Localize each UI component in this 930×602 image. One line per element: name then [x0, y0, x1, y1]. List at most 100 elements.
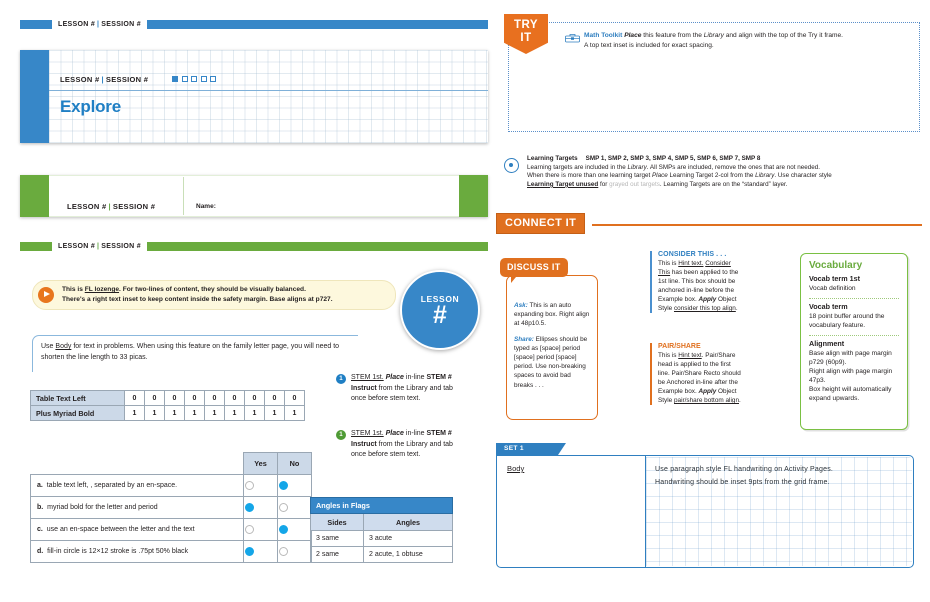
discuss-it-tag: DISCUSS IT — [500, 258, 568, 283]
session-dot-3[interactable] — [191, 76, 197, 82]
session-dot-2[interactable] — [181, 76, 188, 82]
yes-no-table: Yes No a. table text left, , separated b… — [30, 452, 312, 563]
no-cell[interactable] — [277, 495, 312, 519]
loz-link[interactable]: FL lozenge — [85, 286, 119, 293]
lt-line2-c: . Use character style — [774, 172, 832, 180]
row-letter: a. — [37, 481, 43, 489]
number-table-label-1: Table Text Left — [30, 390, 125, 406]
explore-card: LESSON # | SESSION # Explore — [20, 50, 488, 143]
cell: 3 acute — [363, 530, 453, 547]
explore-lesson-text: LESSON # — [60, 75, 100, 84]
stem2-link[interactable]: STEM 1st. — [351, 430, 384, 437]
stem-text-2: STEM 1st. Place in-line STEM # Instruct … — [351, 429, 456, 461]
stem1-mid: in-line — [403, 374, 427, 381]
session-dot-1[interactable] — [172, 76, 178, 82]
lt-line3-link[interactable]: Learning Target unused — [527, 181, 598, 188]
lt-line2-b: Learning Target 2-col from the — [667, 172, 756, 180]
ps-link2[interactable]: pair/share bottom align — [674, 397, 739, 404]
row-text: table text left, , separated by an en-sp… — [46, 481, 178, 489]
row-text: use an en-space between the letter and t… — [46, 525, 195, 533]
yes-cell[interactable] — [243, 539, 278, 563]
cell: 1 — [264, 405, 285, 421]
no-cell[interactable] — [277, 517, 312, 541]
body-note-text: Use Body for text in problems. When usin… — [41, 341, 358, 363]
toolkit-a: this feature from the — [641, 32, 704, 39]
yes-cell[interactable] — [243, 517, 278, 541]
lt-line3-a: for — [598, 180, 610, 188]
name-card-header-label: LESSON # | SESSION # — [67, 202, 155, 211]
stem-number-2: 1 — [336, 430, 346, 440]
radio-yes[interactable] — [245, 546, 254, 556]
radio-yes[interactable] — [245, 524, 254, 534]
name-lesson-text: LESSON # — [67, 202, 107, 211]
bn-b: for text in problems. When using this fe… — [41, 343, 340, 361]
consider-this-text: This is Hint text. Consider This has bee… — [658, 259, 742, 313]
lt-line1-b: . All SMPs are included, remove the ones… — [646, 163, 820, 171]
radio-no[interactable] — [279, 502, 288, 512]
question-cell: b. myriad bold for the letter and period — [30, 495, 244, 519]
cell: 0 — [144, 390, 165, 406]
math-toolkit-text: Math Toolkit Place this feature from the… — [584, 31, 909, 50]
flags-header-angles: Angles — [363, 513, 453, 531]
share-text: Ellipses should be typed as [space] peri… — [514, 335, 588, 389]
ct-link3[interactable]: consider this top align — [674, 305, 736, 312]
cell: 1 — [204, 405, 225, 421]
radio-yes[interactable] — [245, 502, 254, 512]
learning-targets-icon — [504, 158, 519, 173]
stem1-link[interactable]: STEM 1st. — [351, 374, 384, 381]
ct-a: This is — [658, 260, 679, 267]
green-rule-segment-left — [20, 242, 52, 251]
table-row: 2 same 2 acute, 1 obtuse — [310, 546, 453, 563]
bn-link[interactable]: Body — [55, 343, 71, 350]
connect-it-banner: CONNECT IT — [496, 213, 922, 234]
ask-key: Ask: — [514, 302, 528, 309]
table-header-row: Sides Angles — [310, 513, 453, 531]
lt-line2-place: Place — [651, 172, 668, 180]
question-cell: a. table text left, , separated by an en… — [30, 473, 244, 497]
table-row: a. table text left, , separated by an en… — [30, 473, 312, 497]
share-key: Share: — [514, 335, 534, 343]
set-section: SET 1 Body Use paragraph style FL handwr… — [496, 443, 914, 568]
set-tab-label: SET 1 — [496, 443, 566, 455]
session-dot-4[interactable] — [200, 76, 207, 82]
no-cell[interactable] — [277, 473, 312, 497]
radio-no[interactable] — [279, 546, 288, 556]
set-box: Body Use paragraph style FL handwriting … — [496, 455, 914, 568]
yes-cell[interactable] — [243, 495, 278, 519]
stem1-place: Place — [383, 374, 404, 381]
name-card-green-left — [20, 175, 49, 217]
bn-a: Use — [41, 343, 56, 350]
number-table: Table Text Left 0 0 0 0 0 0 0 0 0 Plus M… — [30, 390, 305, 421]
fl-lozenge-text: This is FL lozenge. For two-lines of con… — [62, 285, 389, 304]
consider-this-block: CONSIDER THIS . . . This is Hint text. C… — [650, 251, 742, 313]
row-letter: b. — [37, 503, 44, 511]
vocab-separator-1 — [809, 298, 899, 299]
rule-segment-left — [20, 20, 52, 29]
set-line-2: Handwriting should be inset 9pts from th… — [655, 478, 830, 486]
cell: 1 — [224, 405, 245, 421]
pair-share-heading: PAIR/SHARE — [658, 343, 701, 350]
green-rule-lesson-text: LESSON # — [58, 243, 96, 250]
session-dot-5[interactable] — [210, 76, 216, 82]
ct-link1[interactable]: Hint text. — [678, 260, 703, 267]
radio-no[interactable] — [279, 480, 288, 490]
ps-d: . — [739, 397, 741, 404]
radio-no[interactable] — [279, 524, 288, 534]
green-rule-segment-right — [146, 242, 488, 251]
ct-d: . — [735, 305, 738, 312]
loz-a: This is — [62, 286, 85, 293]
set-body-label[interactable]: Body — [507, 464, 524, 473]
no-cell[interactable] — [277, 539, 312, 563]
play-icon — [38, 287, 54, 303]
vocab-def-2: 18 point buffer around the vocabulary fe… — [809, 313, 885, 329]
explore-session-text: SESSION # — [105, 75, 149, 84]
radio-yes[interactable] — [245, 480, 254, 490]
yes-cell[interactable] — [243, 473, 278, 497]
set-line-1: Use paragraph style FL handwriting on Ac… — [655, 466, 834, 473]
vocab-def-1: Vocab definition — [809, 285, 856, 292]
connect-it-label: CONNECT IT — [496, 213, 586, 234]
question-cell: c. use an en-space between the letter an… — [30, 517, 244, 541]
yes-header: Yes — [243, 452, 278, 475]
ps-link1[interactable]: Hint text — [678, 352, 701, 359]
lesson-number-badge: LESSON # — [400, 270, 480, 350]
